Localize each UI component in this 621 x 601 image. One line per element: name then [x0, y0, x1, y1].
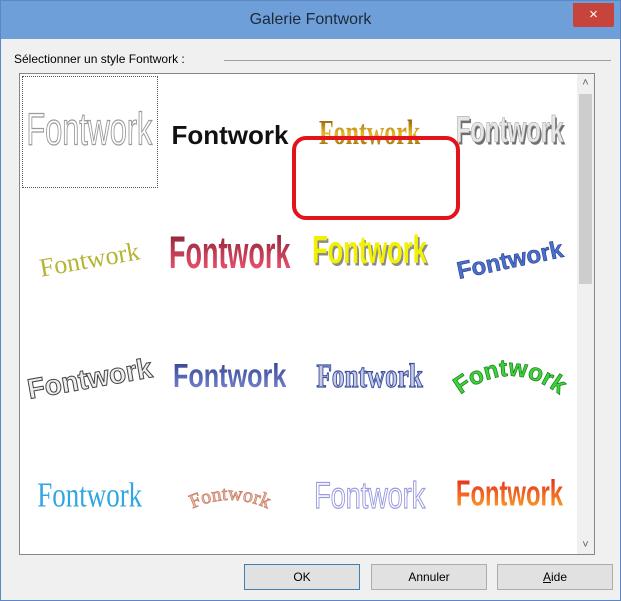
scrollbar-thumb[interactable]: [579, 94, 592, 284]
fontwork-style-item-10[interactable]: Fontwork: [160, 314, 300, 434]
fontwork-preview-outline: Fontwork: [26, 104, 153, 155]
fontwork-preview-red-perspective: Fontwork: [169, 227, 291, 278]
fontwork-style-item-11[interactable]: Fontwork: [300, 314, 440, 434]
svg-text:Fontwork: Fontwork: [317, 359, 424, 395]
fontwork-style-item-12[interactable]: Fontwork: [440, 314, 580, 434]
svg-text:Fontwork: Fontwork: [312, 228, 427, 272]
fontwork-gallery-dialog: Galerie Fontwork × Sélectionner un style…: [0, 0, 621, 601]
fontwork-preview-blue-rise: Fontwork: [454, 236, 566, 286]
fontwork-preview-navy-wave: Fontwork: [316, 358, 424, 395]
fontwork-style-list[interactable]: Fontwork Fontwork Fontwork Fontwork Font…: [19, 73, 595, 555]
highlight-annotation: [292, 136, 460, 220]
title-bar[interactable]: Galerie Fontwork ×: [1, 1, 620, 39]
fontwork-preview-grey-3d: Fontwork Fontwork: [455, 108, 565, 152]
group-label: Sélectionner un style Fontwork :: [14, 52, 185, 66]
fontwork-preview-brown-arc: Fontwork: [186, 482, 275, 513]
scroll-up-icon[interactable]: ˄: [577, 74, 594, 92]
svg-text:Fontwork: Fontwork: [37, 475, 142, 514]
svg-text:Fontwork: Fontwork: [169, 227, 291, 278]
close-button[interactable]: ×: [573, 3, 614, 27]
help-button[interactable]: Aide: [497, 564, 613, 590]
dialog-body: Sélectionner un style Fontwork : Fontwor…: [9, 41, 613, 593]
svg-text:Fontwork: Fontwork: [456, 109, 564, 151]
scroll-down-icon[interactable]: ˅: [577, 536, 594, 554]
fontwork-preview-grey-twist: Fontwork: [25, 352, 156, 405]
fontwork-style-item-16[interactable]: Fontwork: [440, 434, 580, 554]
fontwork-preview-lavender: Fontwork: [314, 473, 427, 517]
fontwork-preview-navy-bold: Fontwork: [173, 357, 287, 394]
ok-button[interactable]: OK: [244, 564, 360, 590]
close-icon: ×: [589, 6, 598, 23]
svg-text:Fontwork: Fontwork: [186, 483, 274, 513]
svg-text:Fontwork: Fontwork: [173, 357, 287, 394]
vertical-scrollbar[interactable]: ˄ ˅: [577, 74, 594, 554]
group-divider: [224, 60, 611, 61]
svg-text:Fontwork: Fontwork: [37, 236, 142, 282]
fontwork-preview-orange-red: Fontwork: [456, 473, 564, 514]
fontwork-style-item-14[interactable]: Fontwork: [160, 434, 300, 554]
fontwork-style-item-4[interactable]: Fontwork Fontwork: [440, 74, 580, 194]
help-label: ide: [551, 570, 568, 584]
svg-text:Fontwork: Fontwork: [449, 354, 572, 400]
fontwork-style-grid: Fontwork Fontwork Fontwork Fontwork Font…: [20, 74, 580, 554]
fontwork-preview-olive: Fontwork: [37, 236, 142, 282]
svg-text:Fontwork: Fontwork: [454, 236, 566, 285]
svg-text:Fontwork: Fontwork: [314, 474, 426, 516]
fontwork-style-item-9[interactable]: Fontwork: [20, 314, 160, 434]
svg-text:Fontwork: Fontwork: [172, 120, 290, 150]
fontwork-style-item-5[interactable]: Fontwork: [20, 194, 160, 314]
fontwork-preview-black-wave: Fontwork: [172, 120, 290, 150]
fontwork-preview-green-arc: Fontwork: [448, 354, 572, 400]
fontwork-preview-cyan: Fontwork: [37, 475, 142, 514]
fontwork-style-item-1[interactable]: Fontwork: [20, 74, 160, 194]
fontwork-style-item-2[interactable]: Fontwork: [160, 74, 300, 194]
dialog-title: Galerie Fontwork: [249, 11, 372, 28]
svg-text:Fontwork: Fontwork: [27, 105, 153, 155]
fontwork-style-item-13[interactable]: Fontwork: [20, 434, 160, 554]
fontwork-style-item-6[interactable]: Fontwork: [160, 194, 300, 314]
svg-text:Fontwork: Fontwork: [25, 352, 155, 404]
svg-text:Fontwork: Fontwork: [456, 473, 564, 514]
fontwork-style-item-15[interactable]: Fontwork: [300, 434, 440, 554]
fontwork-style-item-8[interactable]: Fontwork: [440, 194, 580, 314]
cancel-button[interactable]: Annuler: [371, 564, 487, 590]
help-mnemonic: A: [542, 570, 551, 584]
